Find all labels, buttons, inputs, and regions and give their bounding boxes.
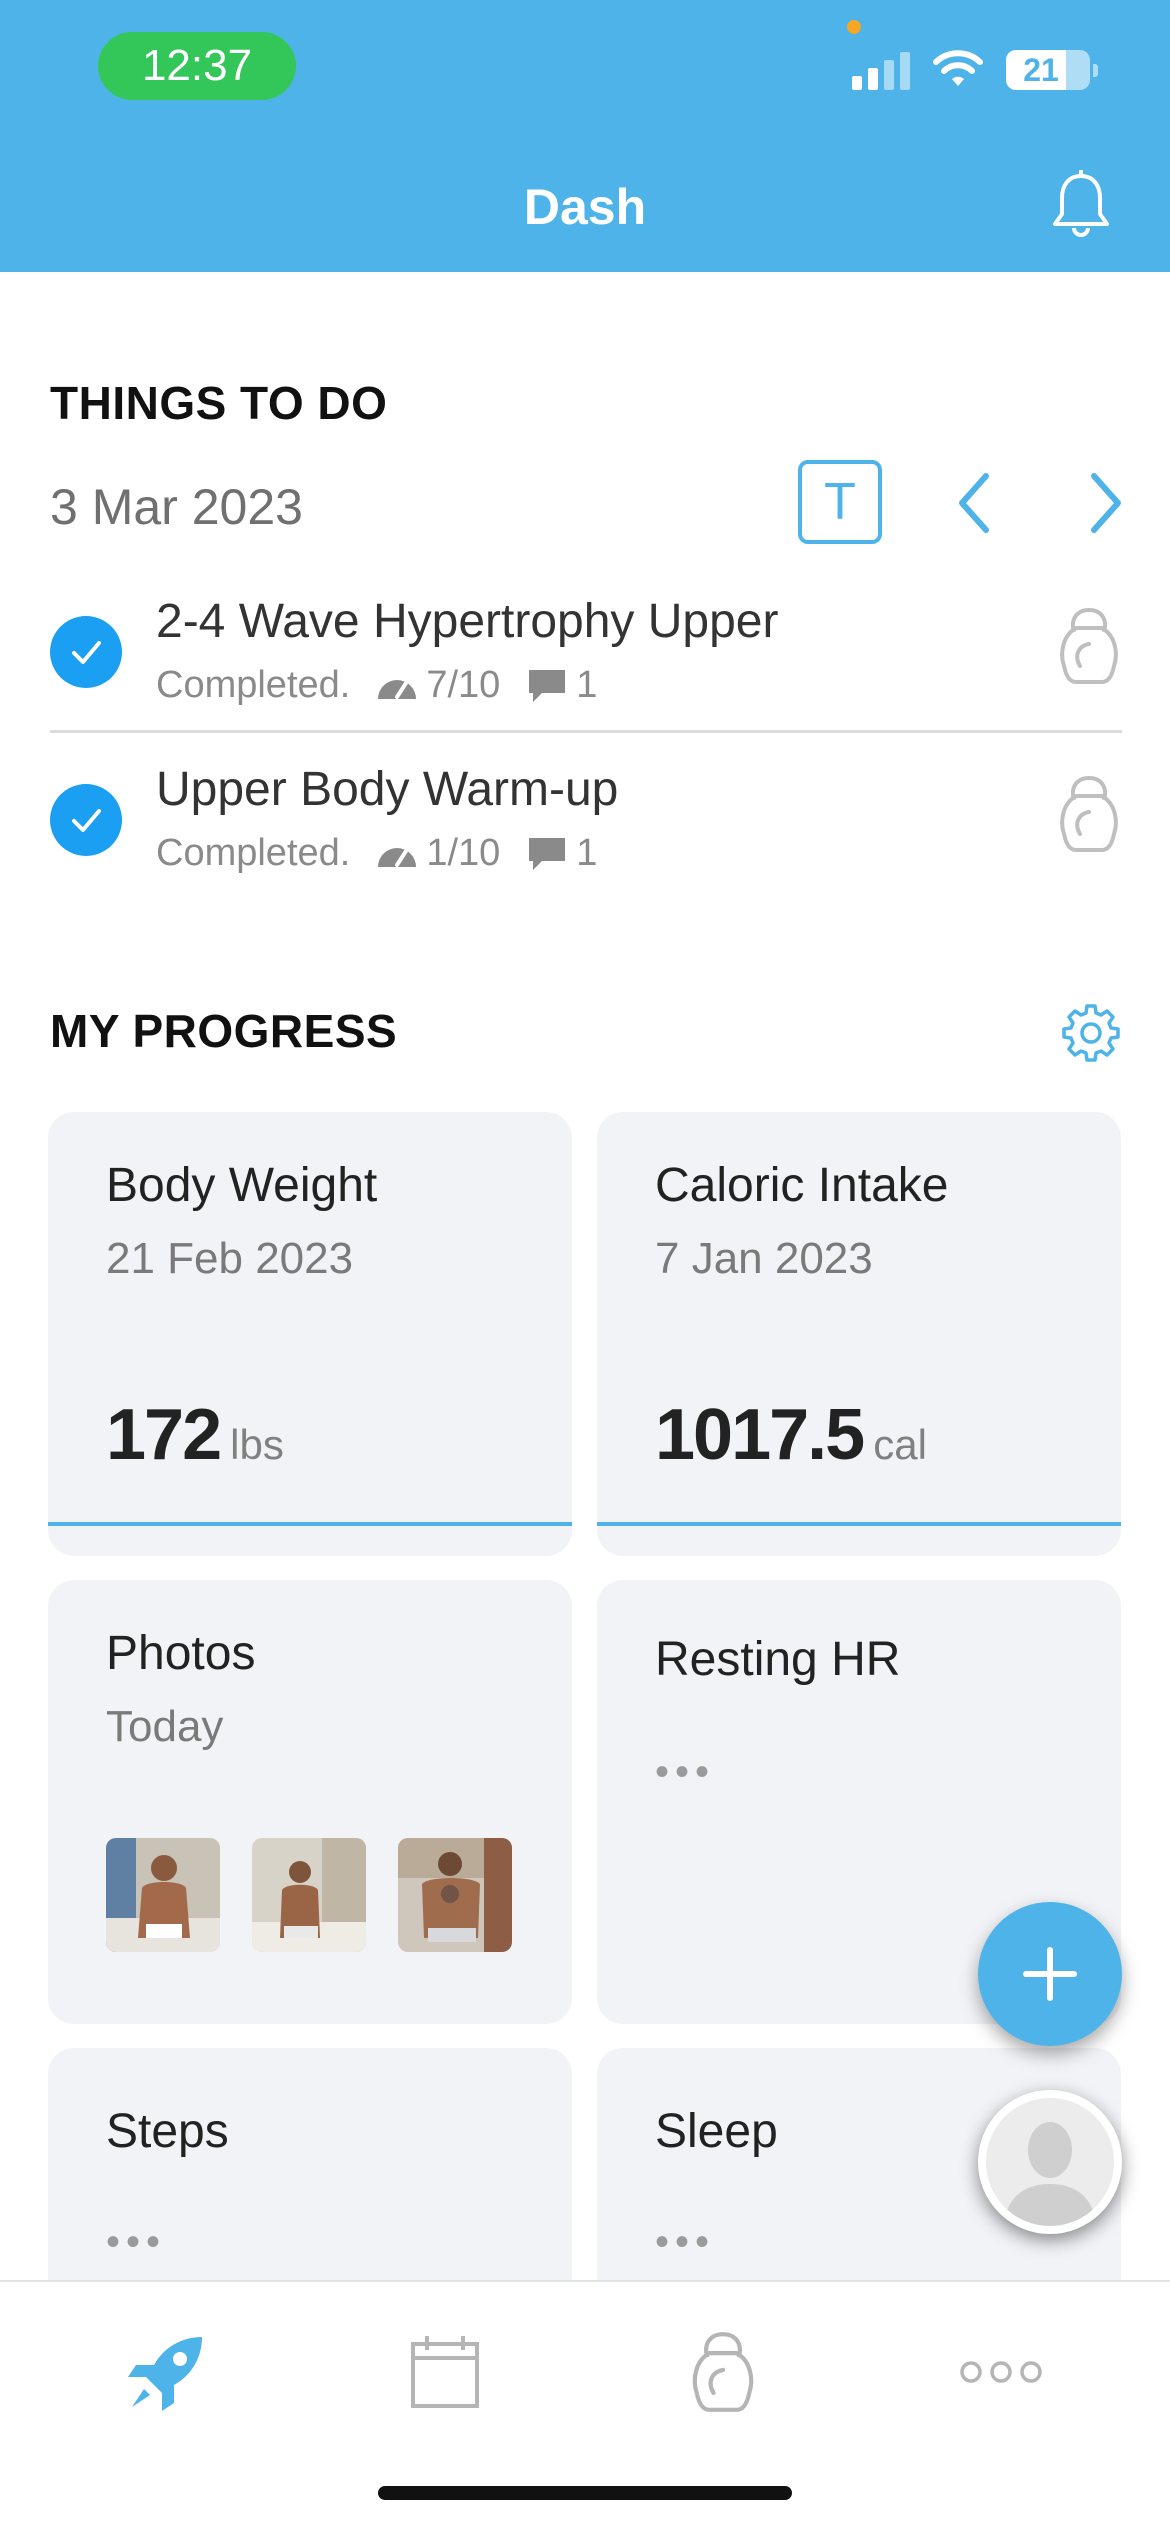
gauge-icon [378,679,417,699]
card-title: Steps [106,2105,229,2158]
task-comments: 1 [576,832,598,874]
status-icons: 21 [852,50,1098,90]
card-title: Resting HR [655,1633,901,1686]
card-trend-line [48,1522,572,1526]
card-title: Photos [106,1627,256,1680]
task-status: Completed. [156,664,351,706]
card-title: Body Weight [106,1159,378,1212]
card-value: 1017.5 cal [655,1394,927,1476]
card-value: 172 lbs [106,1394,284,1476]
task-status: Completed. [156,832,351,874]
value-number: 172 [106,1395,222,1475]
progress-photo-thumbnail[interactable] [252,1838,366,1952]
card-date: Today [106,1702,224,1751]
card-trend-line [597,1522,1121,1526]
card-title: Sleep [655,2105,778,2158]
body-weight-card[interactable]: Body Weight 21 Feb 2023 172 lbs [48,1112,572,1556]
tab-more[interactable] [946,2322,1056,2422]
page-title: Dash [523,179,647,235]
wifi-icon [933,50,983,86]
today-button[interactable]: T [798,460,882,544]
card-placeholder: ••• [106,2220,167,2264]
battery-icon: 21 [1006,50,1098,90]
calendar-icon [411,2336,479,2408]
card-title: Caloric Intake [655,1159,949,1212]
comment-icon [529,837,566,870]
card-placeholder: ••• [655,2220,716,2264]
completed-check-icon[interactable] [50,784,122,856]
chevron-right-icon[interactable] [1080,468,1130,538]
task-item[interactable]: Upper Body Warm-up Completed. 1/10 1 [50,748,1122,908]
photo-thumbnails [106,1838,512,1952]
chevron-left-icon[interactable] [950,468,1000,538]
battery-level: 21 [1023,51,1059,88]
task-divider [50,730,1122,733]
current-date: 3 Mar 2023 [50,479,303,535]
value-unit: lbs [230,1421,284,1468]
progress-photo-thumbnail[interactable] [398,1838,512,1952]
app-header: 12:37 21 Dash [0,0,1170,272]
photos-card[interactable]: Photos Today [48,1580,572,2024]
tab-calendar[interactable] [390,2322,500,2422]
caloric-intake-card[interactable]: Caloric Intake 7 Jan 2023 1017.5 cal [597,1112,1121,1556]
task-meta: Completed. 7/10 1 [156,664,597,707]
rocket-icon [128,2337,202,2411]
value-number: 1017.5 [655,1395,865,1475]
kettlebell-icon [692,2332,754,2412]
tab-workouts[interactable] [668,2322,778,2422]
card-date: 21 Feb 2023 [106,1234,354,1283]
add-button[interactable] [978,1902,1122,2046]
signal-icon [852,50,910,90]
task-comments: 1 [576,664,598,706]
plus-icon [1023,1947,1077,2001]
value-unit: cal [873,1421,927,1468]
card-date: 7 Jan 2023 [655,1234,873,1283]
privacy-indicator-dot [847,20,861,34]
gauge-icon [378,847,417,867]
bell-icon[interactable] [1048,170,1114,240]
comment-icon [529,669,566,702]
more-icon [960,2361,1042,2383]
gear-icon[interactable] [1060,1002,1122,1064]
kettlebell-icon [1060,607,1118,684]
task-title: 2-4 Wave Hypertrophy Upper [156,595,779,648]
completed-check-icon[interactable] [50,616,122,688]
task-meta: Completed. 1/10 1 [156,832,597,875]
progress-photo-thumbnail[interactable] [106,1838,220,1952]
task-item[interactable]: 2-4 Wave Hypertrophy Upper Completed. 7/… [50,580,1122,740]
task-rpe: 1/10 [426,832,501,874]
card-placeholder: ••• [655,1750,716,1794]
status-time: 12:37 [98,32,296,100]
my-progress-title: MY PROGRESS [50,1005,398,1057]
avatar-icon [986,2098,1114,2226]
task-title: Upper Body Warm-up [156,763,619,816]
home-indicator [378,2486,792,2500]
profile-avatar-button[interactable] [978,2090,1122,2234]
tab-dashboard[interactable] [112,2322,222,2422]
kettlebell-icon [1060,775,1118,852]
task-rpe: 7/10 [426,664,501,706]
things-to-do-title: THINGS TO DO [50,377,388,429]
